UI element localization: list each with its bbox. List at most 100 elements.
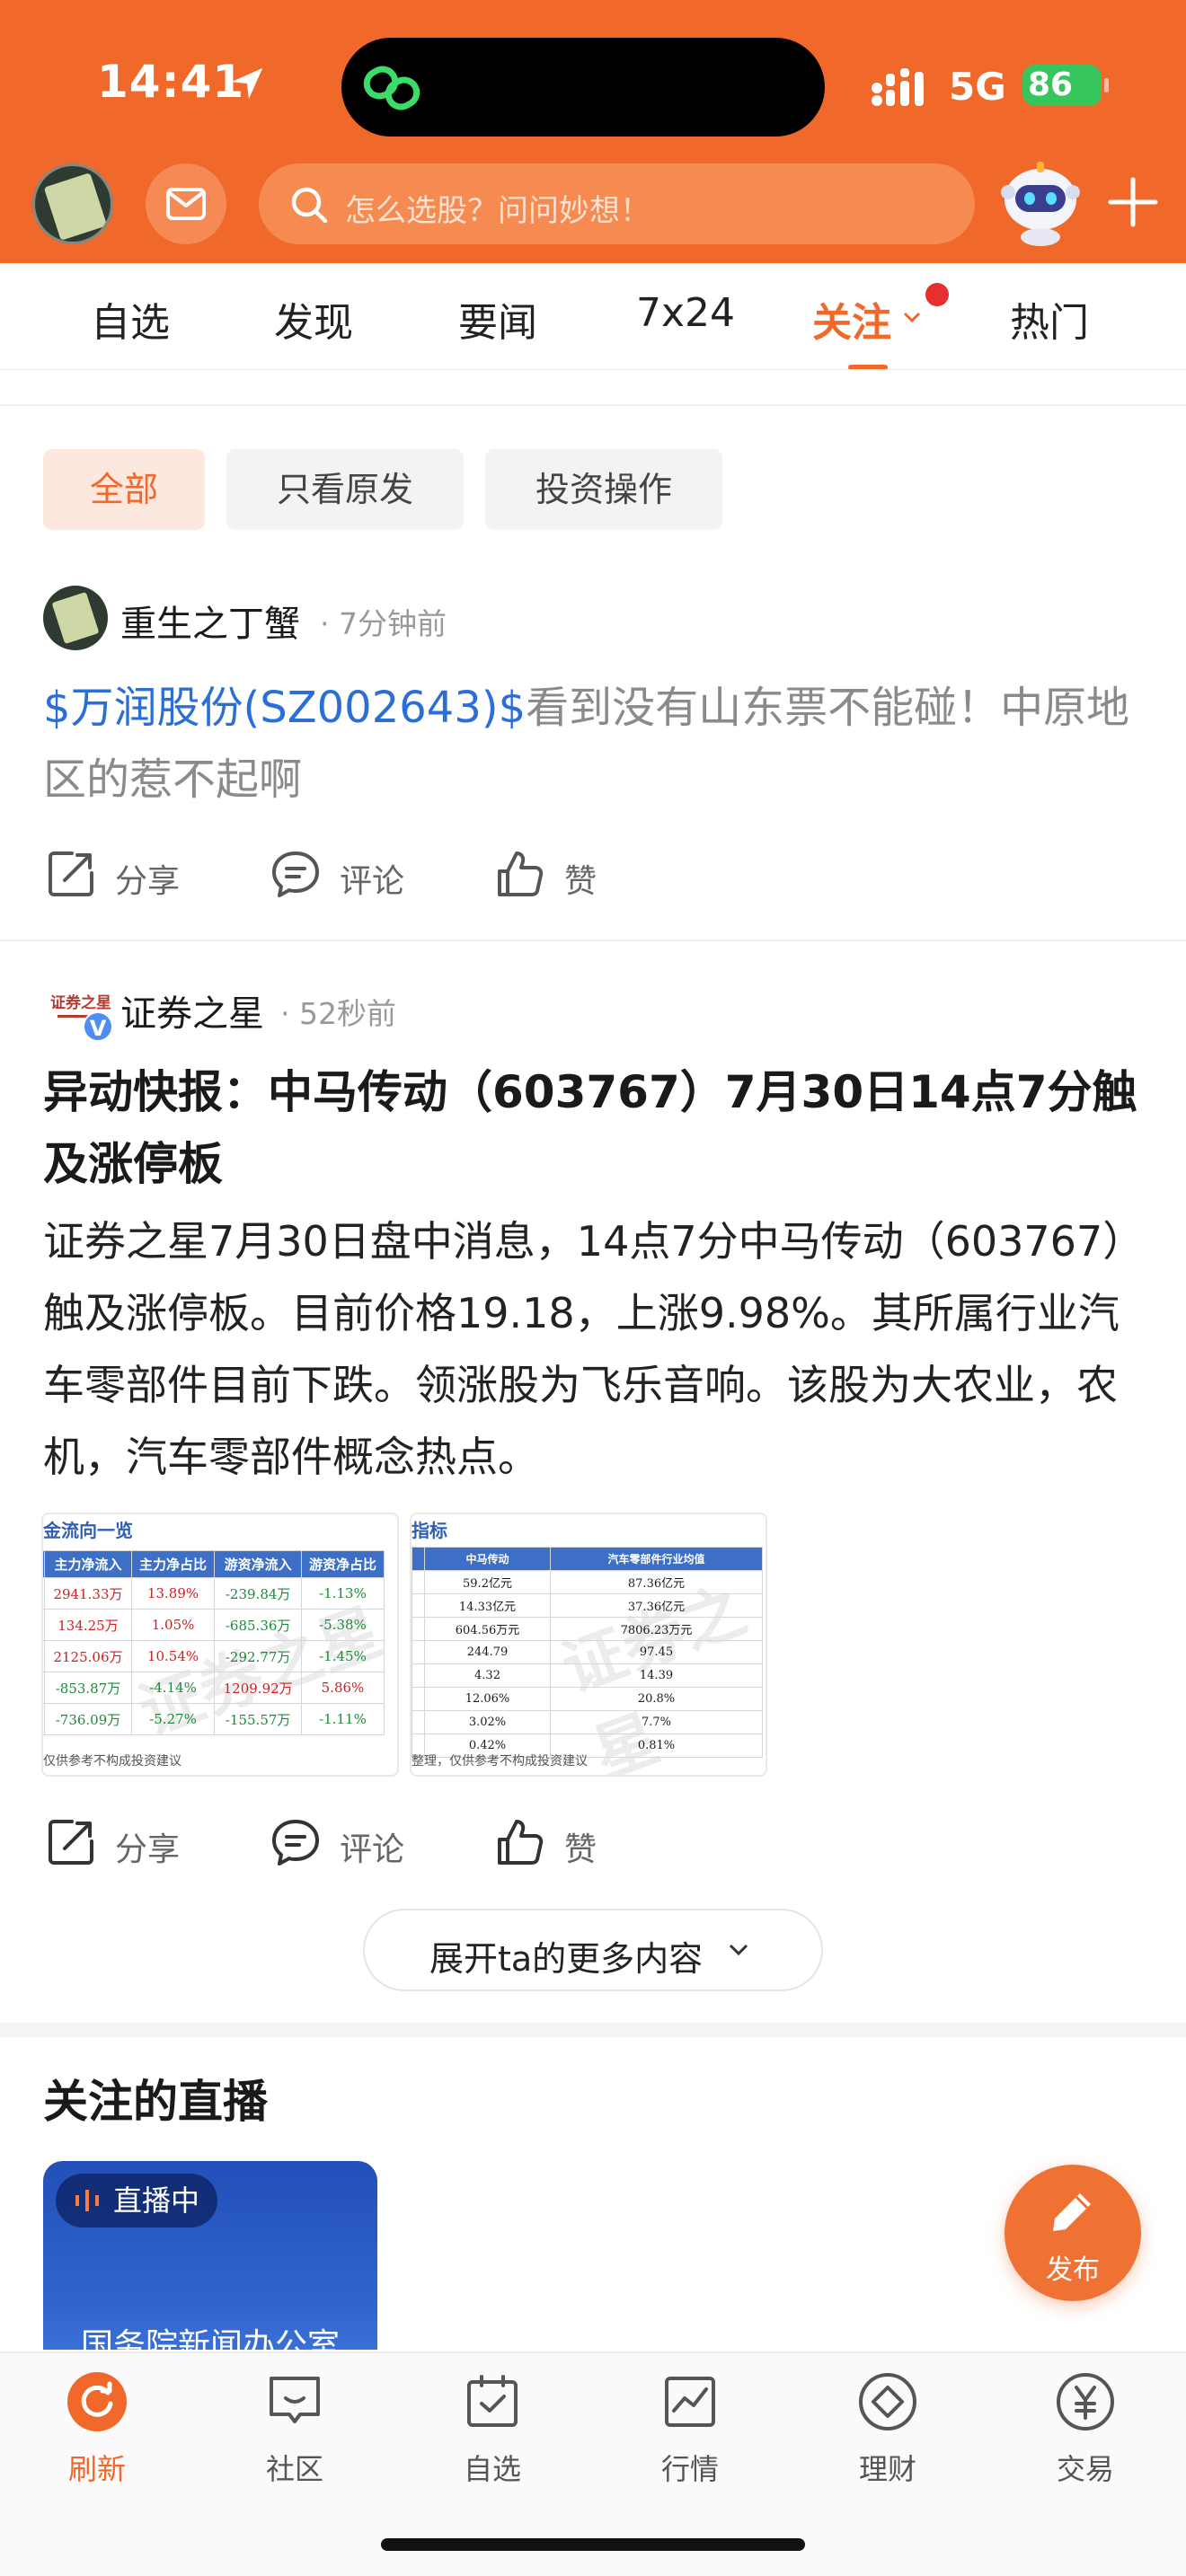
category-tabs: 自选 发现 要闻 7x24 关注 热门: [0, 263, 1186, 370]
mail-icon: [166, 188, 206, 220]
app-header: 14:41 5G 86 怎么选股？问问妙想！: [0, 0, 1186, 263]
user-avatar[interactable]: [32, 163, 113, 244]
post2-image-fund-flow[interactable]: 证券之星 金流向一览 主力净流入 主力净占比 游资净流入 游资净占比 2941.…: [41, 1513, 399, 1777]
filter-all[interactable]: 全部: [43, 449, 205, 530]
filter-investment-ops[interactable]: 投资操作: [485, 449, 722, 530]
nav-wealth[interactable]: 理财: [820, 2371, 955, 2488]
link-activity-icon: [363, 66, 420, 110]
nav-refresh-label: 刷新: [67, 2452, 126, 2486]
notification-dot: [925, 283, 949, 306]
thumb1-title: 金流向一览: [43, 1520, 133, 1541]
pen-icon: [1053, 2193, 1091, 2231]
publish-button[interactable]: 发布: [1005, 2165, 1141, 2301]
nav-market-label: 行情: [660, 2452, 719, 2486]
tabs-divider: [0, 369, 1186, 370]
live-badge-label: 直播中: [113, 2183, 200, 2218]
community-chat-icon: [270, 2377, 320, 2423]
share-icon: [49, 851, 93, 896]
chevron-down-icon[interactable]: [902, 310, 922, 324]
message-button[interactable]: [146, 163, 226, 244]
comment-icon: [272, 851, 319, 897]
refresh-icon: [67, 2372, 127, 2431]
post1-stock-link[interactable]: $万润股份(SZ002643)$: [43, 683, 526, 733]
search-input[interactable]: 怎么选股？问问妙想！: [259, 163, 975, 244]
comment-label: 评论: [340, 1831, 405, 1868]
share-label: 分享: [115, 863, 181, 900]
market-chart-icon: [665, 2377, 715, 2427]
post1-author-avatar[interactable]: [43, 586, 108, 650]
publish-label: 发布: [1046, 2254, 1100, 2286]
wealth-diamond-icon: [859, 2373, 916, 2430]
verified-badge: V: [83, 1011, 113, 1042]
share-label: 分享: [115, 1831, 181, 1868]
nav-trade-label: 交易: [1056, 2452, 1114, 2486]
logo-text: 证券之星: [50, 994, 111, 1012]
nav-watchlist-label: 自选: [463, 2452, 521, 2486]
post1-time: · 7分钟前: [320, 606, 447, 641]
post1-author-name[interactable]: 重生之丁蟹: [120, 595, 300, 647]
location-arrow-icon: [231, 67, 263, 100]
filter-original-only[interactable]: 只看原发: [226, 449, 464, 530]
nav-refresh[interactable]: 刷新: [30, 2371, 164, 2488]
tab-watchlist[interactable]: 自选: [91, 290, 170, 348]
thumb1-footer: 仅供参考不构成投资建议: [43, 1754, 181, 1769]
post2-like-button[interactable]: 赞: [494, 1816, 620, 1870]
battery-indicator: 86: [1022, 65, 1109, 106]
post2-author-name[interactable]: 证券之星: [120, 984, 264, 1037]
live-card-title: 国务院新闻办公室: [80, 2327, 340, 2350]
post1-comment-button[interactable]: 评论: [270, 848, 431, 902]
like-label: 赞: [564, 1831, 597, 1868]
live-bars-icon: [75, 2190, 99, 2211]
fund-flow-table: 主力净流入 主力净占比 游资净流入 游资净占比 2941.33万 13.89% -2…: [43, 1550, 385, 1735]
share-icon: [49, 1820, 93, 1865]
expand-more-label: 展开ta的更多内容: [429, 1939, 704, 1979]
search-icon: [291, 187, 328, 224]
trade-yen-icon: [1057, 2373, 1114, 2430]
dynamic-island: [341, 38, 825, 137]
post2-image-indicators[interactable]: 证券之星 指标 中马传动 汽车零部件行业均值 59.2亿元 87.36亿元 14.…: [410, 1513, 767, 1777]
nav-community[interactable]: 社区: [227, 2371, 362, 2488]
tab-hot[interactable]: 热门: [1010, 290, 1089, 348]
post2-comment-button[interactable]: 评论: [270, 1816, 431, 1870]
assistant-robot-icon[interactable]: [994, 156, 1087, 250]
tab-following[interactable]: 关注: [812, 290, 891, 348]
chevron-down-icon: [729, 1944, 748, 1956]
network-type: 5G: [949, 65, 1006, 109]
tab-discover[interactable]: 发现: [274, 290, 353, 348]
nav-community-label: 社区: [265, 2452, 323, 2486]
post1-share-button[interactable]: 分享: [45, 848, 207, 902]
thumbs-up-icon: [498, 851, 544, 896]
status-time: 14:41: [97, 56, 245, 108]
indicator-table: 中马传动 汽车零部件行业均值 59.2亿元 87.36亿元 14.33亿元 37.3…: [412, 1547, 763, 1758]
live-stream-card[interactable]: 直播中 国务院新闻办公室: [43, 2161, 377, 2350]
signal-icon: [872, 68, 924, 106]
add-icon[interactable]: [1103, 172, 1163, 232]
post2-body[interactable]: 证券之星7月30日盘中消息，14点7分中马传动（603767）触及涨停板。目前价…: [43, 1205, 1150, 1493]
expand-more-button[interactable]: 展开ta的更多内容: [363, 1909, 823, 1991]
post1-like-button[interactable]: 赞: [494, 848, 620, 902]
nav-market[interactable]: 行情: [623, 2371, 757, 2488]
live-badge: 直播中: [56, 2174, 218, 2228]
thumb2-footer: 整理，仅供参考不构成投资建议: [412, 1754, 588, 1769]
post-divider: [0, 940, 1186, 941]
battery-tip: [1104, 78, 1109, 93]
home-indicator[interactable]: [381, 2538, 805, 2551]
post2-title[interactable]: 异动快报：中马传动（603767）7月30日14点7分触及涨停板: [43, 1056, 1157, 1200]
comment-icon: [272, 1820, 319, 1866]
tab-7x24[interactable]: 7x24: [636, 290, 735, 336]
thumbs-up-icon: [498, 1820, 544, 1865]
nav-wealth-label: 理财: [858, 2452, 916, 2486]
post2-time: · 52秒前: [280, 996, 396, 1031]
like-label: 赞: [564, 863, 597, 900]
post1-content[interactable]: $万润股份(SZ002643)$看到没有山东票不能碰！中原地区的惹不起啊: [43, 672, 1148, 816]
post2-share-button[interactable]: 分享: [45, 1816, 207, 1870]
section-divider: [0, 2023, 1186, 2037]
watchlist-check-icon: [467, 2375, 518, 2427]
live-section-title: 关注的直播: [43, 2076, 268, 2128]
battery-level: 86: [1028, 66, 1074, 103]
search-placeholder: 怎么选股？问问妙想！: [345, 193, 651, 229]
tab-news[interactable]: 要闻: [458, 290, 537, 348]
nav-trade[interactable]: 交易: [1018, 2371, 1153, 2488]
comment-label: 评论: [340, 863, 405, 900]
nav-watchlist[interactable]: 自选: [425, 2371, 560, 2488]
